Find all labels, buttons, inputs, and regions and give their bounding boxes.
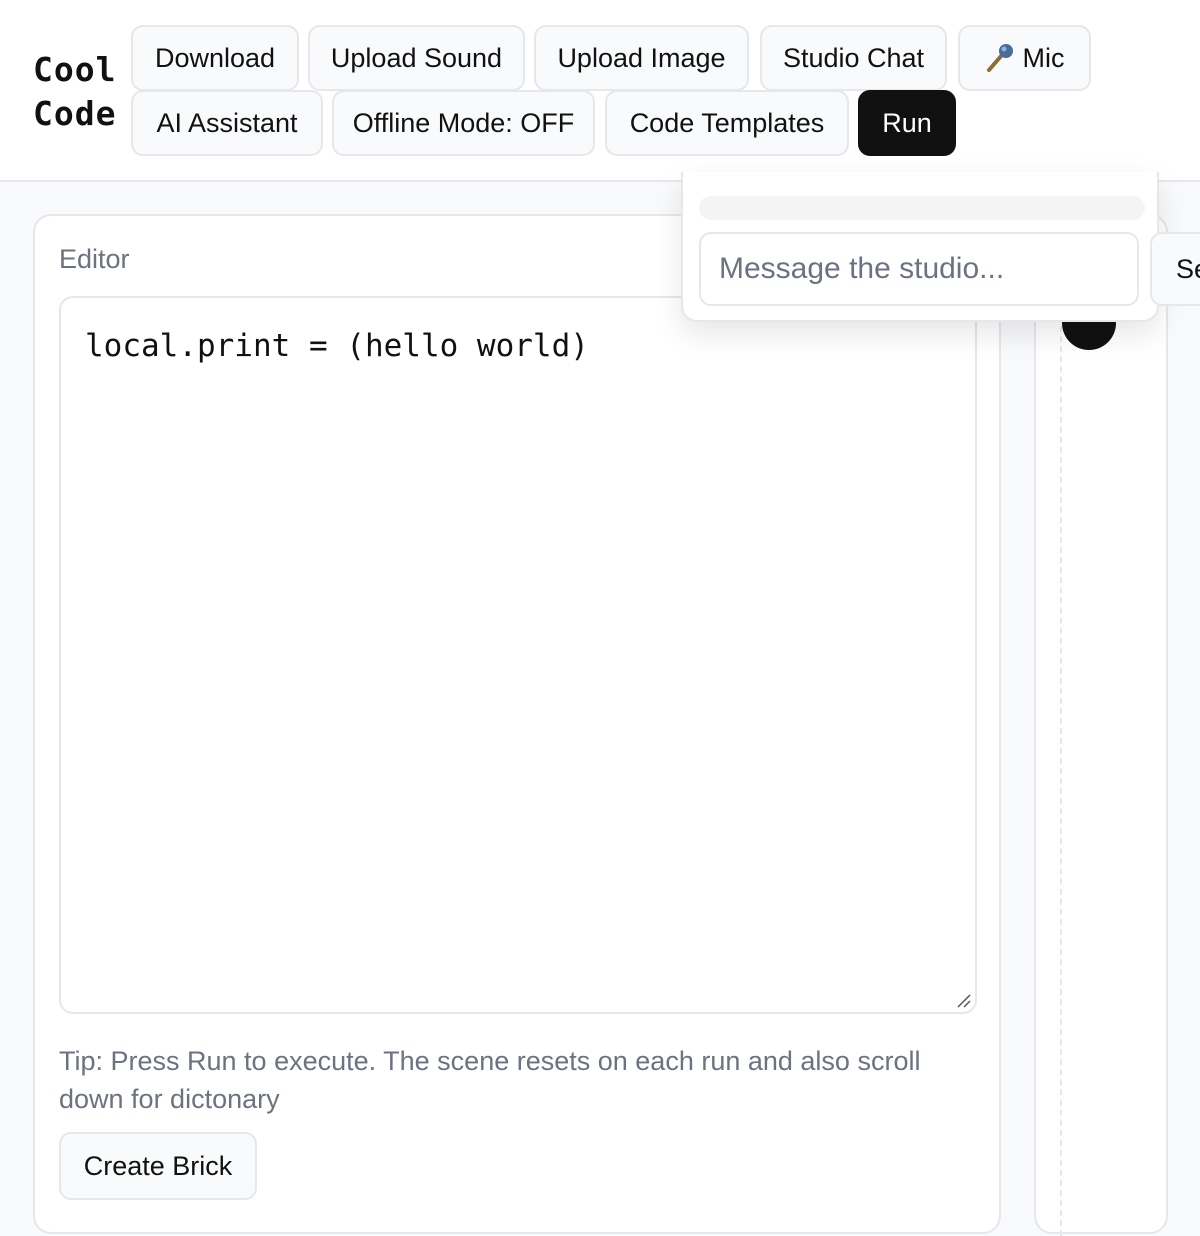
offline-mode-toggle[interactable]: Offline Mode: OFF — [332, 90, 595, 156]
app-logo: Cool Code — [33, 48, 116, 136]
upload-sound-button[interactable]: Upload Sound — [308, 25, 525, 91]
run-button[interactable]: Run — [858, 90, 956, 156]
tip-text: Tip: Press Run to execute. The scene res… — [59, 1046, 921, 1114]
create-brick-button[interactable]: Create Brick — [59, 1132, 257, 1200]
mic-label: Mic — [1022, 42, 1065, 73]
chat-send-button[interactable]: Send — [1150, 232, 1200, 306]
code-templates-button[interactable]: Code Templates — [605, 90, 849, 156]
app-header: Cool Code Download Upload Sound Upload I… — [0, 0, 1200, 182]
code-text[interactable]: local.print = (hello world) — [85, 328, 589, 364]
ai-assistant-button[interactable]: AI Assistant — [131, 90, 323, 156]
chat-message-input[interactable] — [699, 232, 1139, 306]
logo-line-1: Cool — [33, 50, 117, 89]
studio-chat-popup — [681, 172, 1159, 322]
chat-message-log — [699, 196, 1145, 220]
upload-image-button[interactable]: Upload Image — [534, 25, 749, 91]
code-editor[interactable]: local.print = (hello world) — [59, 296, 977, 1014]
editor-label: Editor — [59, 244, 130, 274]
scene-panel — [1034, 214, 1168, 1236]
editor-panel: Editor local.print = (hello world) Tip: … — [33, 214, 1001, 1234]
send-button-clip: Send — [1150, 232, 1200, 306]
mic-button[interactable]: Mic — [958, 25, 1091, 91]
scene-guide-line — [1060, 256, 1062, 1236]
microphone-icon — [985, 42, 1015, 74]
download-button[interactable]: Download — [131, 25, 299, 91]
resize-handle-icon[interactable] — [955, 992, 971, 1008]
logo-line-2: Code — [33, 94, 117, 133]
studio-chat-button[interactable]: Studio Chat — [760, 25, 947, 91]
